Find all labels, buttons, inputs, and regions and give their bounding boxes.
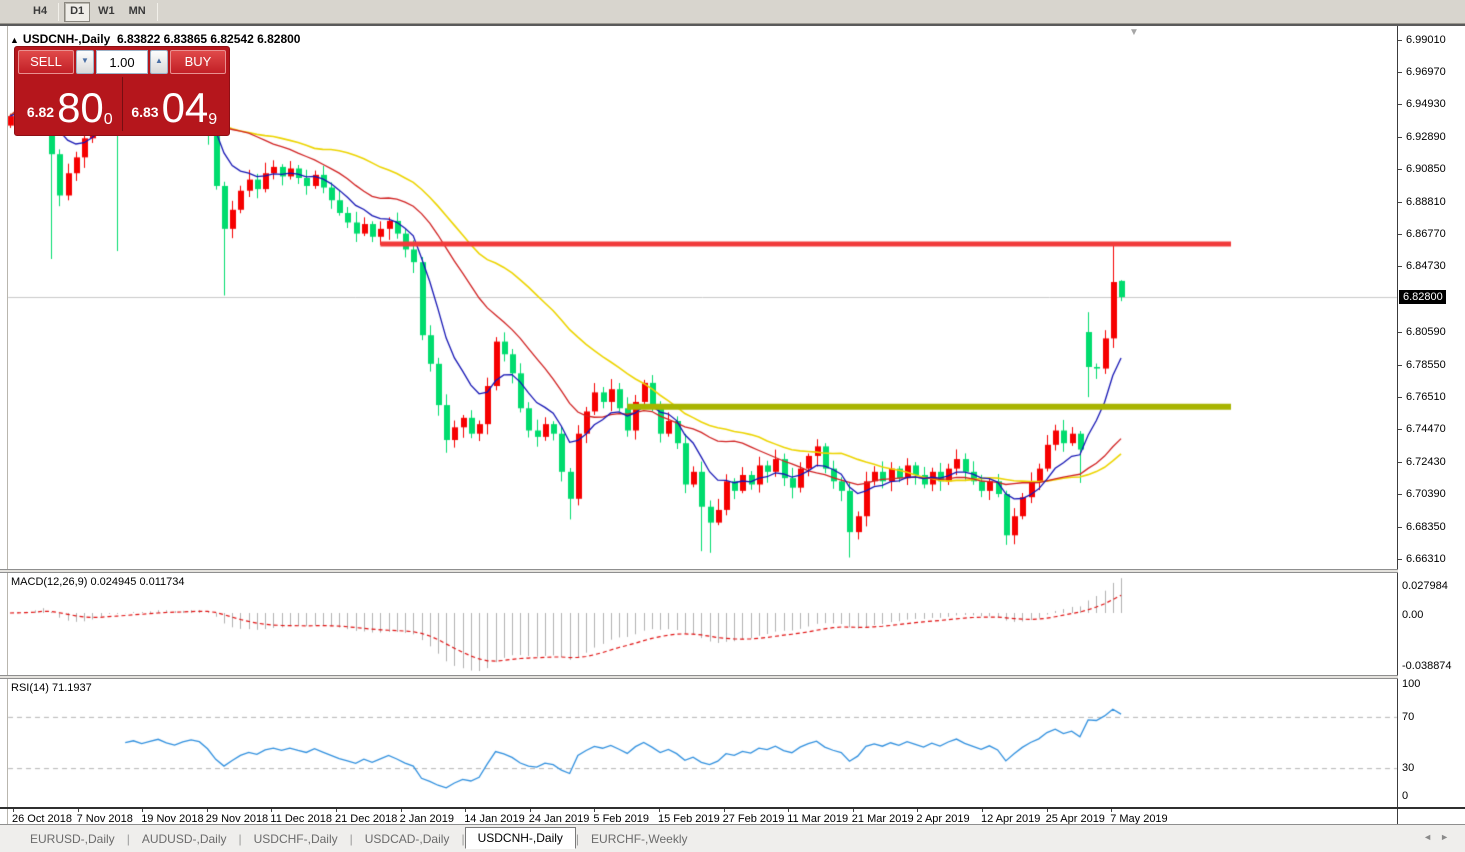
macd-indicator-label: MACD(12,26,9) 0.024945 0.011734 [11,576,185,588]
price-axis-label: 6.96970 [1406,66,1446,78]
buy-button[interactable]: BUY [170,50,226,74]
macd-main-value: 0.024945 [90,576,136,588]
price-axis-label: 6.70390 [1406,488,1446,500]
buy-price-display[interactable]: 6.83 04 9 [123,77,227,131]
chart-tab-bar: EURUSD-,Daily|AUDUSD-,Daily|USDCHF-,Dail… [0,824,1465,852]
chart-tab-eurusd[interactable]: EURUSD-,Daily [18,829,127,849]
chart-symbol-label: USDCNH-,Daily [23,32,110,46]
chart-tab-usdchf[interactable]: USDCHF-,Daily [242,829,350,849]
price-axis-label: 6.68350 [1406,521,1446,533]
rsi-value: 71.1937 [52,682,92,694]
price-axis-label: 6.92890 [1406,131,1446,143]
rsi-axis-label: 30 [1402,762,1414,774]
price-axis-border [1397,26,1398,826]
rsi-panel-divider[interactable] [0,675,1398,679]
timeframe-button-d1[interactable]: D1 [64,2,90,22]
main-chart-canvas[interactable] [0,26,1465,852]
chart-ohlc-values: 6.83822 6.83865 6.82542 6.82800 [117,32,301,46]
timeframe-button-mn[interactable]: MN [123,2,152,22]
buy-price-big: 04 [162,89,209,127]
price-axis-label: 6.76510 [1406,391,1446,403]
chart-window: ▲ USDCNH-,Daily 6.83822 6.83865 6.82542 6… [0,24,1465,852]
rsi-axis-label: 0 [1402,790,1408,802]
terminal-window: H4 D1W1MN ▲ USDCNH-,Daily 6.83822 6.83865 … [0,0,1465,852]
rsi-axis-label: 100 [1402,678,1420,690]
date-axis-border [0,807,1465,809]
buy-price-sup: 9 [208,113,217,127]
rsi-indicator-label: RSI(14) 71.1937 [11,682,92,694]
timeframe-button-w1[interactable]: W1 [92,2,121,22]
chart-shift-marker-icon[interactable]: ▼ [1129,27,1139,38]
buy-price-prefix: 6.83 [131,97,158,127]
macd-axis-label: 0.00 [1402,609,1423,621]
timeframe-toolbar: H4 D1W1MN [0,0,1465,24]
tabs-scroll-left-icon[interactable]: ◄ [1423,832,1440,842]
chart-tab-usdcnh[interactable]: USDCNH-,Daily [465,827,576,849]
macd-axis-label: 0.027984 [1402,580,1448,592]
volume-up-button[interactable]: ▲ [150,50,168,74]
sell-price-display[interactable]: 6.82 80 0 [18,77,123,131]
one-click-trade-panel: SELL ▼ ▲ BUY 6.82 80 0 6.83 04 9 [14,46,230,136]
price-axis-label: 6.66310 [1406,553,1446,565]
price-axis-label: 6.80590 [1406,326,1446,338]
price-axis-label: 6.84730 [1406,260,1446,272]
price-axis-label: 6.72430 [1406,456,1446,468]
volume-down-button[interactable]: ▼ [76,50,94,74]
price-axis-label: 6.88810 [1406,196,1446,208]
tabs-scroll-right-icon[interactable]: ► [1440,832,1457,842]
chart-tab-eurchf[interactable]: EURCHF-,Weekly [579,829,699,849]
price-axis-label: 6.94930 [1406,98,1446,110]
price-axis-label: 6.86770 [1406,228,1446,240]
chart-tab-audusd[interactable]: AUDUSD-,Daily [130,829,239,849]
macd-axis-label: -0.038874 [1402,660,1452,672]
volume-input[interactable] [96,50,148,74]
sell-price-prefix: 6.82 [27,97,54,127]
sell-price-sup: 0 [104,113,113,127]
price-axis-label: 6.74470 [1406,423,1446,435]
price-axis-label: 6.99010 [1406,34,1446,46]
sell-price-big: 80 [57,89,104,127]
current-price-tag: 6.82800 [1399,290,1446,304]
chart-left-border [7,26,8,826]
macd-signal-value: 0.011734 [139,576,184,588]
price-axis-label: 6.90850 [1406,163,1446,175]
timeframe-button-h4[interactable]: H4 [27,2,53,22]
sell-button[interactable]: SELL [18,50,74,74]
macd-panel-divider[interactable] [0,569,1398,573]
rsi-axis-label: 70 [1402,711,1414,723]
collapse-chart-icon[interactable]: ▲ [10,35,19,45]
chart-tab-usdcad[interactable]: USDCAD-,Daily [353,829,462,849]
chart-title: ▲ USDCNH-,Daily 6.83822 6.83865 6.82542 6… [10,32,300,46]
price-axis-label: 6.78550 [1406,359,1446,371]
